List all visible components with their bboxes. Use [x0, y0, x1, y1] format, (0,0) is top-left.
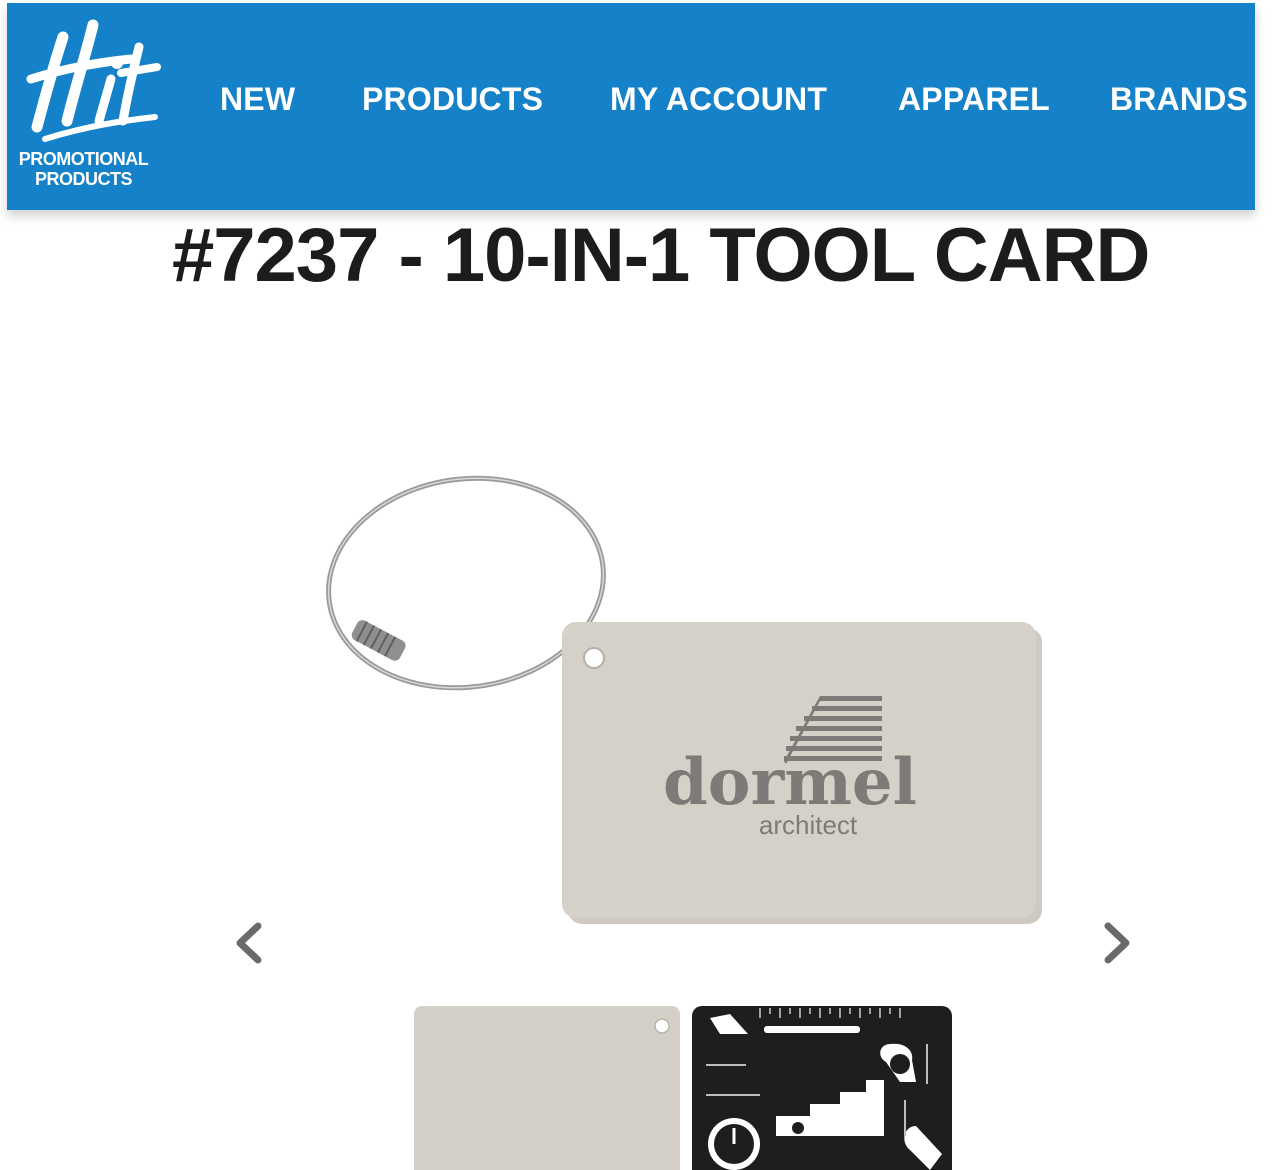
nav-item-brands[interactable]: BRANDS	[1110, 81, 1248, 118]
site-header: PROMOTIONAL PRODUCTS NEW PRODUCTS MY ACC…	[7, 3, 1255, 210]
brand-text: dormel	[663, 745, 917, 820]
nav-item-my-account[interactable]: MY ACCOUNT	[610, 81, 827, 118]
chevron-left-icon[interactable]	[230, 920, 270, 966]
logo-text-promotional: PROMOTIONAL	[18, 149, 149, 169]
nav-item-products[interactable]: PRODUCTS	[362, 81, 543, 118]
brand-subtext: architect	[759, 810, 858, 840]
thumbnail-card-back[interactable]	[412, 1004, 682, 1170]
product-title: #7237 - 10-IN-1 TOOL CARD	[172, 213, 1150, 298]
product-main-image: dormel architect	[326, 475, 1042, 924]
main-nav: NEW PRODUCTS MY ACCOUNT APPAREL BRANDS	[7, 81, 1255, 121]
nav-item-apparel[interactable]: APPAREL	[898, 81, 1050, 118]
chevron-right-icon[interactable]	[1096, 920, 1136, 966]
thumbnail-tool-card[interactable]	[690, 1004, 954, 1170]
nav-item-new[interactable]: NEW	[220, 81, 295, 118]
logo-text-products: PRODUCTS	[34, 169, 133, 189]
